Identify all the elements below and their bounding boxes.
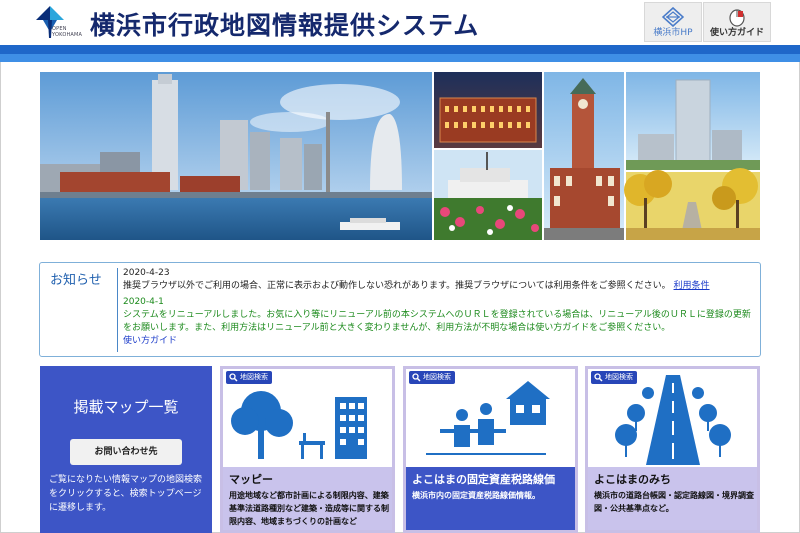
news-text: システムをリニューアルしました。お気に入り等にリニューアル前の本システムへのＵＲ… [123,310,751,333]
usage-guide-button[interactable]: 使い方ガイド [703,2,771,42]
magnifier-icon [412,373,421,382]
map-search-tag[interactable]: 地図検索 [409,371,455,384]
news-list: 2020-4-23 推奨ブラウザ以外でご利用の場合、正常に表示および動作しない恐… [123,267,755,348]
hero-photo-collage [40,72,760,240]
map-search-label: 地図検索 [605,373,633,381]
city-hall-building-photo [626,72,760,170]
site-title: 横浜市行政地図情報提供システム [90,11,480,40]
card-description: 横浜市内の固定資産税路線価情報。 [412,491,540,500]
magnifier-icon [229,373,238,382]
yokohama-hp-label: 横浜市HP [653,28,693,38]
red-brick-warehouse-photo [434,72,542,148]
news-item: 推奨ブラウザ以外でご利用の場合、正常に表示および動作しない恐れがあります。推奨ブ… [123,280,755,293]
ginkgo-avenue-photo [624,168,760,240]
usage-guide-link[interactable]: 使い方ガイド [123,335,755,348]
news-heading: お知らせ [50,273,102,288]
map-search-tag[interactable]: 地図検索 [226,371,272,384]
usage-guide-label: 使い方ガイド [709,28,764,38]
map-card-property-tax[interactable]: 地図検索 よこはまの固定資産税路線価 横浜市内の固定資産税路線価情報。 [403,366,578,533]
map-search-tag[interactable]: 地図検索 [591,371,637,384]
news-text: 推奨ブラウザ以外でご利用の場合、正常に表示および動作しない恐れがあります。推奨ブ… [123,281,671,291]
ship-and-flowers-photo [434,150,542,240]
news-date: 2020-4-23 [123,268,170,278]
map-list-title: 掲載マップ一覧 [73,398,179,416]
card-description: 用途地域など都市計画による制限内容、建築基準法道路種別など建築・造成等に関する制… [229,491,389,526]
contact-button[interactable]: お問い合わせ先 [70,439,182,465]
port-opening-memorial-hall-photo [544,72,624,240]
card-description: 横浜市の道路台帳図・認定路線図・境界調査図・公共基準点など。 [594,491,754,513]
mouse-icon [729,9,745,27]
site-header: OPEN YOKOHAMA 横浜市行政地図情報提供システム 横浜市HP 使い方ガ… [0,0,800,45]
map-card-mappy[interactable]: 地図検索 マッピー 用途地域など都市計画による制限内容、建築基準法道路種別など建… [220,366,395,533]
logo-caption: OPEN YOKOHAMA [52,26,83,38]
card-title: よこはまのみち [594,473,671,486]
news-date: 2020-4-1 [123,297,164,307]
map-search-label: 地図検索 [423,373,451,381]
skyline-photo [40,72,432,240]
magnifier-icon [594,373,603,382]
yokohama-emblem-icon [662,7,684,27]
news-box: お知らせ 2020-4-23 推奨ブラウザ以外でご利用の場合、正常に表示および動… [39,262,761,357]
card-title: よこはまの固定資産税路線価 [412,473,555,486]
card-title: マッピー [229,473,273,486]
terms-of-use-link[interactable]: 利用条件 [674,281,710,291]
yokohama-hp-button[interactable]: 横浜市HP [644,2,702,42]
map-search-label: 地図検索 [240,373,268,381]
map-list-panel: 掲載マップ一覧 お問い合わせ先 ご覧になりたい情報マップの地図検索をクリックする… [40,366,212,533]
map-list-description: ご覧になりたい情報マップの地図検索をクリックすると、検索トップページに遷移します… [49,475,203,513]
news-divider [117,268,118,352]
header-accent-bar [0,45,800,54]
map-card-roads[interactable]: 地図検索 よこはまのみち 横浜市の道路台帳図・認定路線図・境界調査図・公共基準点… [585,366,760,533]
header-accent-bar-light [0,54,800,62]
